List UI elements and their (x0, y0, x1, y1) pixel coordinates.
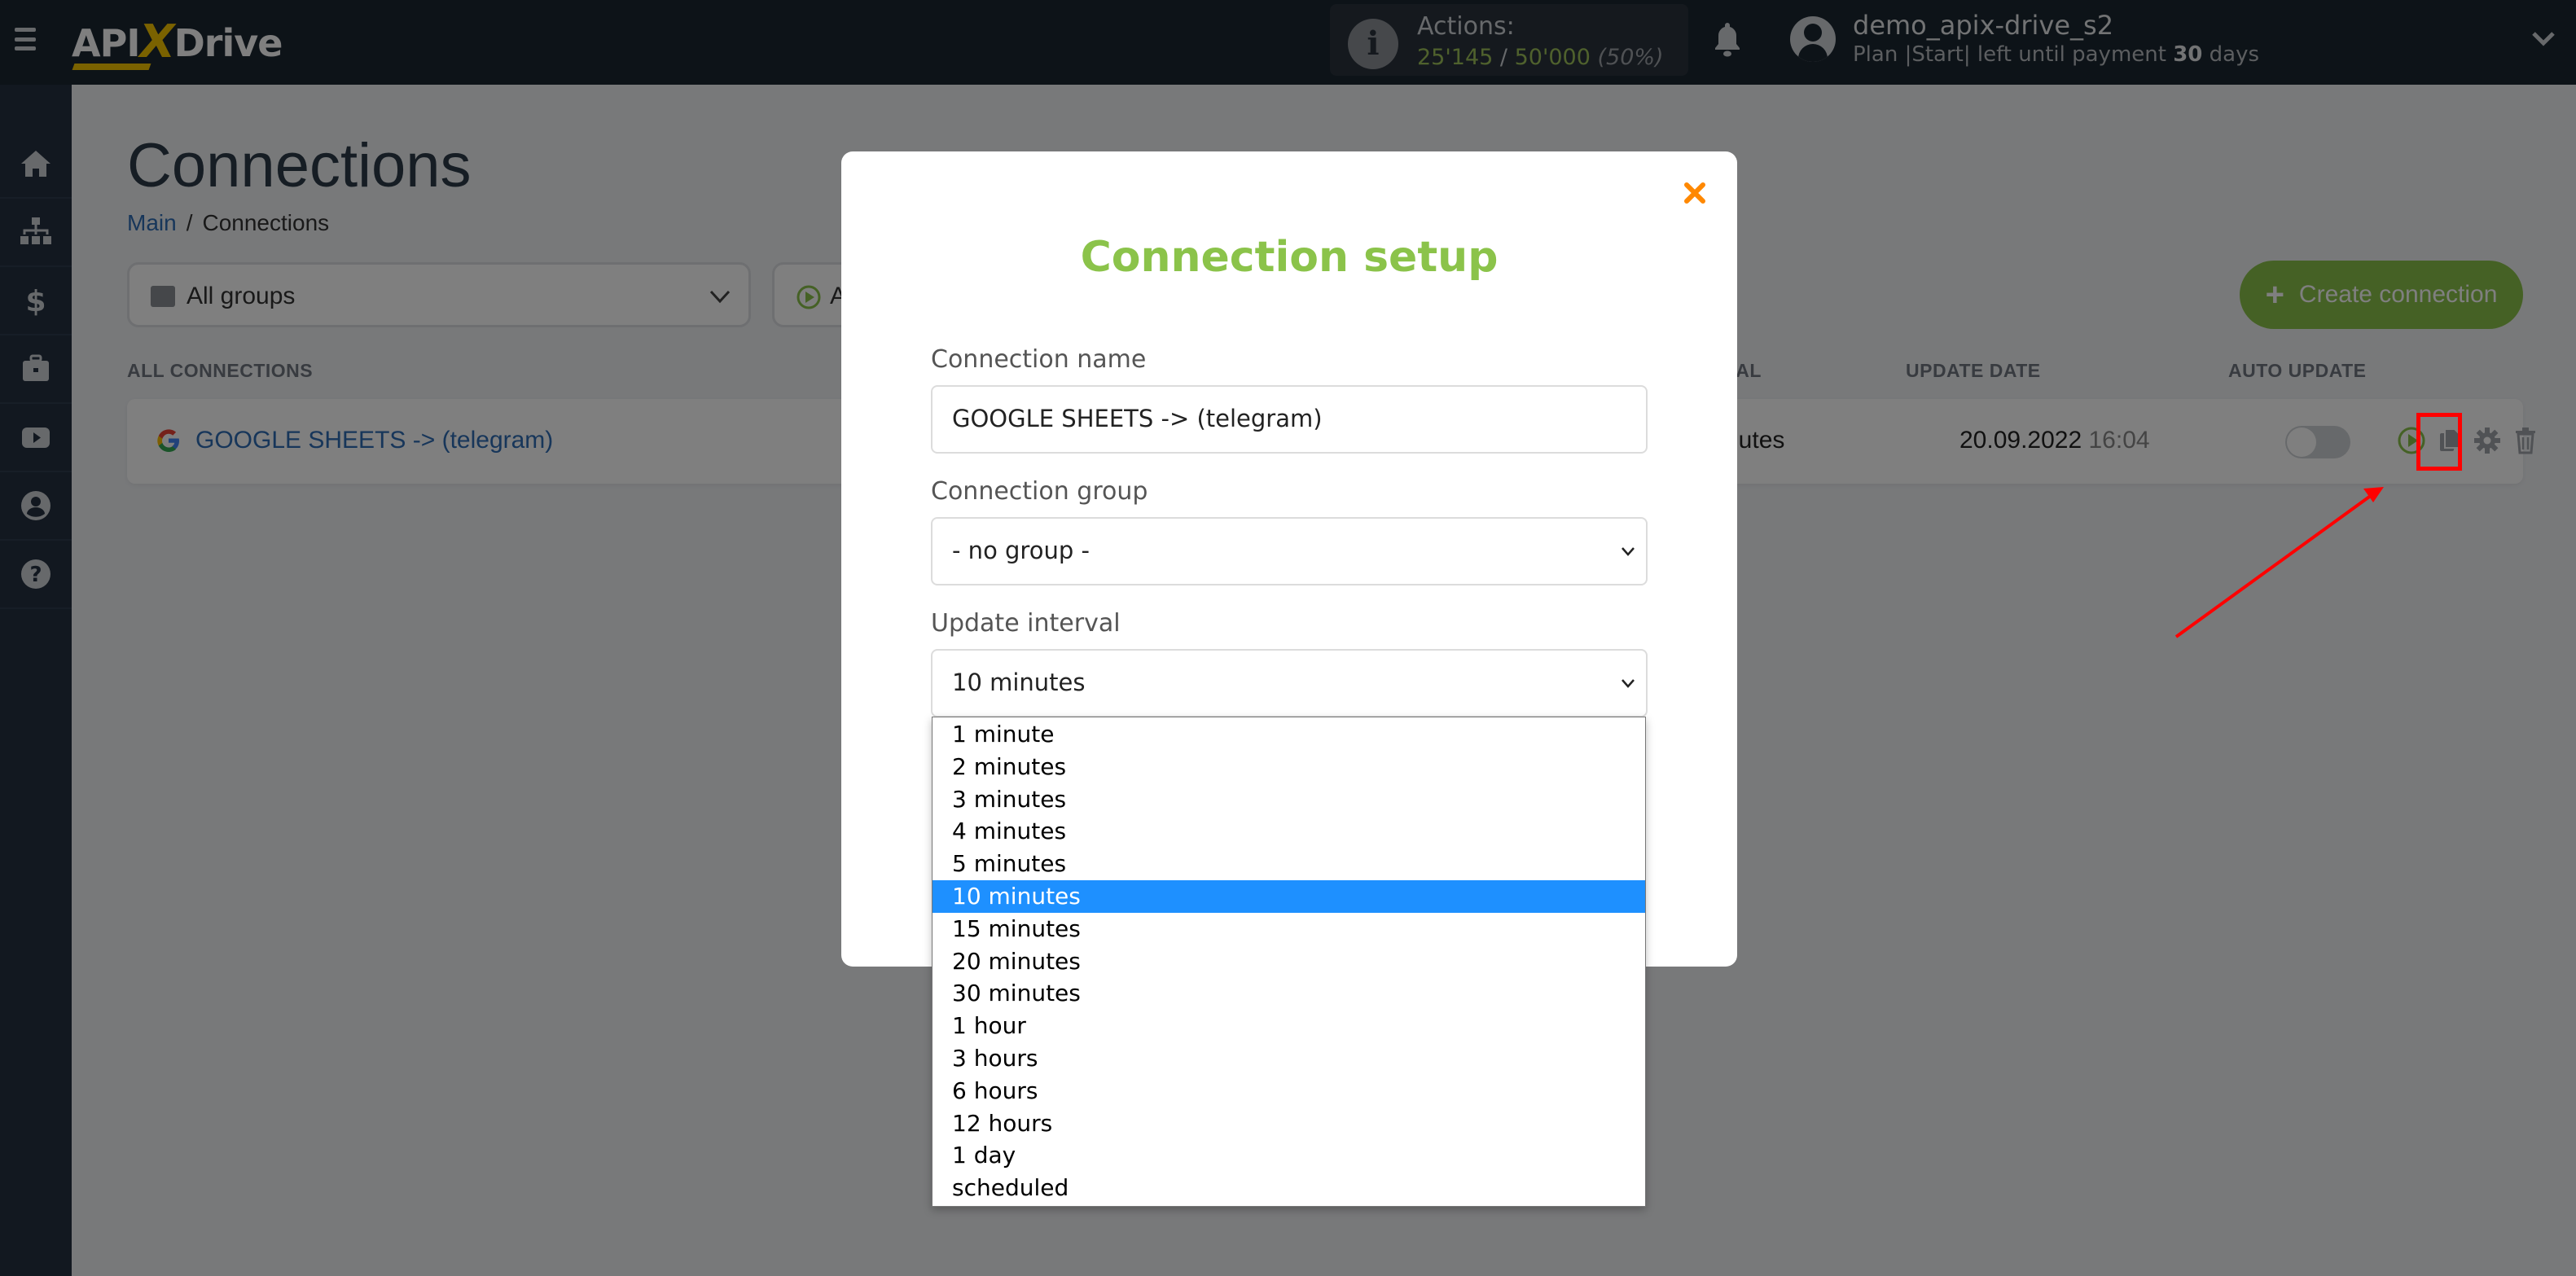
update-interval-options-list[interactable]: 1 minute 2 minutes 3 minutes 4 minutes 5 min… (932, 717, 1646, 1207)
interval-option[interactable]: 15 minutes (933, 913, 1645, 945)
interval-option[interactable]: 10 minutes (933, 880, 1645, 913)
chevron-down-icon (1622, 547, 1635, 556)
interval-option[interactable]: 3 hours (933, 1042, 1645, 1075)
interval-option[interactable]: 30 minutes (933, 977, 1645, 1010)
interval-option[interactable]: 12 hours (933, 1107, 1645, 1140)
connection-name-input[interactable]: GOOGLE SHEETS -> (telegram) (931, 385, 1648, 454)
annotation-highlight-box (2416, 413, 2462, 471)
interval-option[interactable]: 1 minute (933, 718, 1645, 751)
interval-option[interactable]: scheduled (933, 1172, 1645, 1204)
connection-group-label: Connection group (931, 477, 1148, 506)
interval-option[interactable]: 6 hours (933, 1075, 1645, 1107)
interval-option[interactable]: 1 hour (933, 1010, 1645, 1042)
update-interval-select[interactable]: 10 minutes (931, 649, 1648, 717)
interval-option[interactable]: 1 day (933, 1139, 1645, 1172)
connection-name-value: GOOGLE SHEETS -> (telegram) (952, 405, 1323, 432)
update-interval-label: Update interval (931, 609, 1121, 638)
modal-title: Connection setup (1080, 233, 1499, 282)
interval-option[interactable]: 2 minutes (933, 751, 1645, 783)
close-icon[interactable] (1683, 182, 1706, 204)
interval-option[interactable]: 4 minutes (933, 815, 1645, 848)
connection-group-select[interactable]: - no group - (931, 517, 1648, 585)
interval-option[interactable]: 3 minutes (933, 783, 1645, 816)
interval-option[interactable]: 20 minutes (933, 945, 1645, 978)
interval-option[interactable]: 5 minutes (933, 848, 1645, 880)
connection-group-value: - no group - (952, 537, 1090, 564)
connection-name-label: Connection name (931, 345, 1147, 374)
chevron-down-icon (1622, 679, 1635, 688)
update-interval-value: 10 minutes (952, 669, 1086, 696)
